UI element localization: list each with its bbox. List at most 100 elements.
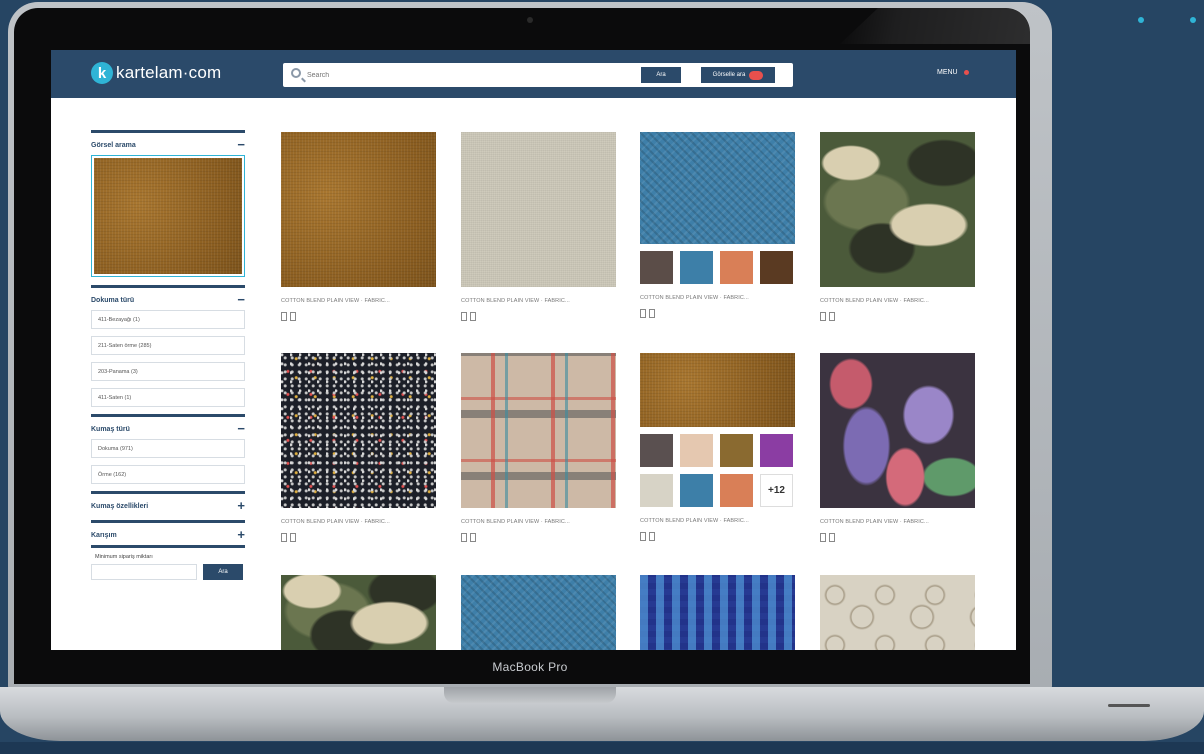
color-variant[interactable] xyxy=(720,434,753,467)
color-variant[interactable] xyxy=(760,434,793,467)
product-title[interactable]: COTTON BLEND PLAIN VIEW · FABRIC... xyxy=(820,519,975,525)
product-title[interactable]: COTTON BLEND PLAIN VIEW · FABRIC... xyxy=(640,518,795,524)
visual-search-section: Görsel arama − xyxy=(91,130,245,277)
bookmark-icon[interactable] xyxy=(470,312,476,321)
min-order-button[interactable]: Ara xyxy=(203,564,243,580)
card-actions xyxy=(640,309,795,318)
compare-icon[interactable] xyxy=(820,312,826,321)
color-variant[interactable] xyxy=(640,251,673,284)
card-actions xyxy=(461,312,616,321)
top-navbar: k kartelam·com Ara Görselle ara MENU xyxy=(51,50,1016,98)
compare-icon[interactable] xyxy=(281,533,287,542)
product-card[interactable]: COTTON BLEND PLAIN VIEW · FABRIC... xyxy=(281,353,436,542)
image-search-button[interactable]: Görselle ara xyxy=(701,67,775,83)
bookmark-icon[interactable] xyxy=(290,312,296,321)
color-variants xyxy=(640,434,795,467)
camera-icon xyxy=(527,17,533,23)
product-card[interactable] xyxy=(461,575,616,650)
product-title[interactable]: COTTON BLEND PLAIN VIEW · FABRIC... xyxy=(281,298,436,304)
product-card[interactable]: COTTON BLEND PLAIN VIEW · FABRIC... xyxy=(820,353,975,542)
color-variant[interactable] xyxy=(680,251,713,284)
composition-header[interactable]: Karışım + xyxy=(91,520,245,545)
product-card[interactable] xyxy=(281,575,436,650)
menu-button[interactable]: MENU xyxy=(937,69,969,76)
color-variants: +12 xyxy=(640,474,795,507)
product-swatch[interactable] xyxy=(461,353,616,508)
product-card[interactable]: COTTON BLEND PLAIN VIEW · FABRIC... xyxy=(640,132,795,318)
bookmark-icon[interactable] xyxy=(829,533,835,542)
product-swatch[interactable] xyxy=(820,132,975,287)
filter-option[interactable]: Örme (162) xyxy=(91,465,245,484)
product-card[interactable] xyxy=(640,575,795,650)
color-variant[interactable] xyxy=(640,434,673,467)
product-card[interactable]: COTTON BLEND PLAIN VIEW · FABRIC... xyxy=(461,132,616,321)
color-variant[interactable] xyxy=(720,474,753,507)
bookmark-icon[interactable] xyxy=(290,533,296,542)
color-variant[interactable] xyxy=(760,251,793,284)
laptop-slot xyxy=(1108,704,1150,707)
search-button[interactable]: Ara xyxy=(641,67,681,83)
visual-search-header[interactable]: Görsel arama − xyxy=(91,130,245,155)
visual-search-image[interactable] xyxy=(91,155,245,277)
expand-icon[interactable]: + xyxy=(237,528,245,541)
site-logo[interactable]: k kartelam·com xyxy=(91,62,221,84)
filter-option[interactable]: 411-Saten (1) xyxy=(91,388,245,407)
product-swatch[interactable] xyxy=(281,353,436,508)
fabric-type-header[interactable]: Kumaş türü − xyxy=(91,414,245,439)
product-swatch[interactable] xyxy=(640,353,795,427)
product-title[interactable]: COTTON BLEND PLAIN VIEW · FABRIC... xyxy=(461,519,616,525)
color-variant[interactable] xyxy=(680,474,713,507)
search-input[interactable] xyxy=(307,67,637,83)
product-card[interactable]: COTTON BLEND PLAIN VIEW · FABRIC... xyxy=(461,353,616,542)
color-variant[interactable] xyxy=(720,251,753,284)
floor-shadow xyxy=(0,742,1204,754)
bookmark-icon[interactable] xyxy=(470,533,476,542)
product-title[interactable]: COTTON BLEND PLAIN VIEW · FABRIC... xyxy=(820,298,975,304)
color-variants xyxy=(640,251,795,284)
product-card[interactable]: +12 COTTON BLEND PLAIN VIEW · FABRIC... xyxy=(640,353,795,541)
expand-icon[interactable]: + xyxy=(237,499,245,512)
product-card[interactable]: COTTON BLEND PLAIN VIEW · FABRIC... xyxy=(820,132,975,321)
product-title[interactable]: COTTON BLEND PLAIN VIEW · FABRIC... xyxy=(281,519,436,525)
filter-option[interactable]: 411-Bezayağı (1) xyxy=(91,310,245,329)
filter-option[interactable]: 203-Panama (3) xyxy=(91,362,245,381)
product-swatch[interactable] xyxy=(640,132,795,244)
product-swatch[interactable] xyxy=(461,132,616,287)
filter-option[interactable]: 211-Saten örme (285) xyxy=(91,336,245,355)
bookmark-icon[interactable] xyxy=(649,309,655,318)
product-swatch[interactable] xyxy=(640,575,795,650)
collapse-icon[interactable]: − xyxy=(237,138,245,151)
product-card[interactable]: COTTON BLEND PLAIN VIEW · FABRIC... xyxy=(281,132,436,321)
product-swatch[interactable] xyxy=(820,353,975,508)
compare-icon[interactable] xyxy=(461,533,467,542)
fabric-features-header[interactable]: Kumaş özellikleri + xyxy=(91,491,245,516)
bookmark-icon[interactable] xyxy=(649,532,655,541)
product-swatch[interactable] xyxy=(820,575,975,650)
collapse-icon[interactable]: − xyxy=(237,422,245,435)
product-title[interactable]: COTTON BLEND PLAIN VIEW · FABRIC... xyxy=(640,295,795,301)
product-card[interactable] xyxy=(820,575,975,650)
weave-type-header[interactable]: Dokuma türü − xyxy=(91,285,245,310)
card-actions xyxy=(640,532,795,541)
product-title[interactable]: COTTON BLEND PLAIN VIEW · FABRIC... xyxy=(461,298,616,304)
cloud-upload-icon xyxy=(749,70,764,80)
product-swatch[interactable] xyxy=(281,132,436,287)
filter-option[interactable]: Dokuma (971) xyxy=(91,439,245,458)
compare-icon[interactable] xyxy=(281,312,287,321)
product-swatch[interactable] xyxy=(281,575,436,650)
section-title: Kumaş türü xyxy=(91,425,130,433)
bookmark-icon[interactable] xyxy=(829,312,835,321)
color-variant[interactable] xyxy=(640,474,673,507)
compare-icon[interactable] xyxy=(461,312,467,321)
product-swatch[interactable] xyxy=(461,575,616,650)
color-variant[interactable] xyxy=(680,434,713,467)
compare-icon[interactable] xyxy=(640,532,646,541)
min-order-input[interactable] xyxy=(91,564,197,580)
logo-mark-icon: k xyxy=(91,62,113,84)
more-colors-button[interactable]: +12 xyxy=(760,474,793,507)
collapse-icon[interactable]: − xyxy=(237,293,245,306)
filter-sidebar: Görsel arama − Dokuma türü − 411-Bezayağ… xyxy=(91,130,245,584)
compare-icon[interactable] xyxy=(640,309,646,318)
search-icon xyxy=(291,68,301,78)
compare-icon[interactable] xyxy=(820,533,826,542)
